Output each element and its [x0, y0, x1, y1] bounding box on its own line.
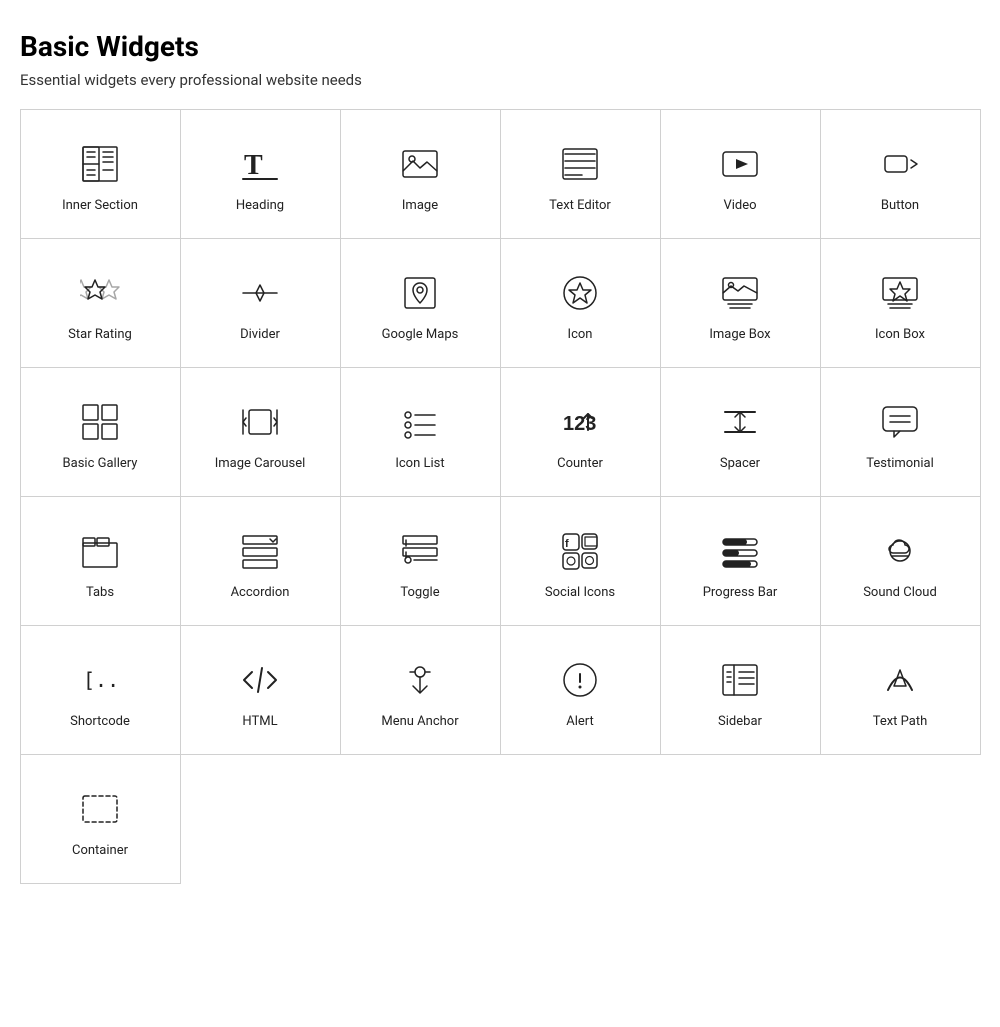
widget-item-video[interactable]: Video	[660, 109, 821, 239]
sidebar-icon	[716, 656, 764, 704]
shortcode-icon: [...]	[76, 656, 124, 704]
widget-label-google-maps: Google Maps	[382, 327, 459, 344]
image-icon	[396, 140, 444, 188]
widget-label-button: Button	[881, 198, 919, 215]
widget-item-accordion[interactable]: Accordion	[180, 496, 341, 626]
widget-label-menu-anchor: Menu Anchor	[381, 714, 458, 731]
widget-label-icon: Icon	[568, 327, 593, 344]
widget-label-divider: Divider	[240, 327, 280, 344]
svg-text:f: f	[565, 538, 569, 550]
text-editor-icon	[556, 140, 604, 188]
widget-item-divider[interactable]: Divider	[180, 238, 341, 368]
page-title: Basic Widgets	[20, 30, 980, 63]
widget-item-icon-box[interactable]: Icon Box	[820, 238, 981, 368]
widget-label-image-carousel: Image Carousel	[215, 456, 306, 473]
widget-grid: Inner Section T Heading Image Text Editor Vid…	[20, 109, 980, 883]
inner-section-icon	[76, 140, 124, 188]
widget-label-image: Image	[402, 198, 438, 215]
widget-item-inner-section[interactable]: Inner Section	[20, 109, 181, 239]
widget-item-progress-bar[interactable]: Progress Bar	[660, 496, 821, 626]
widget-item-sidebar[interactable]: Sidebar	[660, 625, 821, 755]
heading-icon: T	[236, 140, 284, 188]
widget-item-testimonial[interactable]: Testimonial	[820, 367, 981, 497]
widget-label-container: Container	[72, 843, 128, 860]
page-subtitle: Essential widgets every professional web…	[20, 71, 980, 89]
widget-label-toggle: Toggle	[400, 585, 439, 602]
menu-anchor-icon	[396, 656, 444, 704]
widget-item-text-path[interactable]: Text Path	[820, 625, 981, 755]
container-icon	[76, 785, 124, 833]
star-rating-icon	[76, 269, 124, 317]
widget-item-text-editor[interactable]: Text Editor	[500, 109, 661, 239]
button-icon	[876, 140, 924, 188]
alert-icon	[556, 656, 604, 704]
widget-item-image[interactable]: Image	[340, 109, 501, 239]
accordion-icon	[236, 527, 284, 575]
widget-item-google-maps[interactable]: Google Maps	[340, 238, 501, 368]
social-icons-icon: f	[556, 527, 604, 575]
widget-label-testimonial: Testimonial	[866, 456, 934, 473]
widget-item-sound-cloud[interactable]: Sound Cloud	[820, 496, 981, 626]
widget-label-spacer: Spacer	[720, 456, 760, 473]
widget-label-progress-bar: Progress Bar	[703, 585, 778, 602]
widget-label-text-editor: Text Editor	[549, 198, 611, 215]
icon-list-icon	[396, 398, 444, 446]
widget-item-image-box[interactable]: Image Box	[660, 238, 821, 368]
widget-label-shortcode: Shortcode	[70, 714, 130, 731]
html-icon	[236, 656, 284, 704]
widget-label-basic-gallery: Basic Gallery	[63, 456, 138, 473]
svg-text:T: T	[244, 150, 263, 181]
widget-label-image-box: Image Box	[709, 327, 770, 344]
widget-item-menu-anchor[interactable]: Menu Anchor	[340, 625, 501, 755]
widget-item-button[interactable]: Button	[820, 109, 981, 239]
icon-icon	[556, 269, 604, 317]
widget-item-image-carousel[interactable]: Image Carousel	[180, 367, 341, 497]
toggle-icon	[396, 527, 444, 575]
widget-item-alert[interactable]: Alert	[500, 625, 661, 755]
text-path-icon	[876, 656, 924, 704]
widget-item-spacer[interactable]: Spacer	[660, 367, 821, 497]
tabs-icon	[76, 527, 124, 575]
widget-item-shortcode[interactable]: [...] Shortcode	[20, 625, 181, 755]
widget-item-icon[interactable]: Icon	[500, 238, 661, 368]
widget-label-sidebar: Sidebar	[718, 714, 762, 731]
sound-cloud-icon	[876, 527, 924, 575]
widget-label-counter: Counter	[557, 456, 603, 473]
google-maps-icon	[396, 269, 444, 317]
widget-item-basic-gallery[interactable]: Basic Gallery	[20, 367, 181, 497]
widget-label-video: Video	[723, 198, 756, 215]
widget-label-inner-section: Inner Section	[62, 198, 138, 215]
widget-item-icon-list[interactable]: Icon List	[340, 367, 501, 497]
image-box-icon	[716, 269, 764, 317]
widget-label-social-icons: Social Icons	[545, 585, 615, 602]
widget-label-tabs: Tabs	[86, 585, 114, 602]
svg-text:[...]: [...]	[83, 668, 120, 692]
progress-bar-icon	[716, 527, 764, 575]
spacer-icon	[716, 398, 764, 446]
widget-label-accordion: Accordion	[231, 585, 290, 602]
widget-item-social-icons[interactable]: f Social Icons	[500, 496, 661, 626]
image-carousel-icon	[236, 398, 284, 446]
widget-item-container[interactable]: Container	[20, 754, 181, 884]
icon-box-icon	[876, 269, 924, 317]
widget-label-text-path: Text Path	[873, 714, 928, 731]
widget-label-icon-list: Icon List	[395, 456, 444, 473]
widget-item-tabs[interactable]: Tabs	[20, 496, 181, 626]
video-icon	[716, 140, 764, 188]
widget-label-heading: Heading	[236, 198, 284, 215]
widget-item-html[interactable]: HTML	[180, 625, 341, 755]
widget-item-toggle[interactable]: Toggle	[340, 496, 501, 626]
divider-icon	[236, 269, 284, 317]
widget-item-star-rating[interactable]: Star Rating	[20, 238, 181, 368]
widget-label-star-rating: Star Rating	[68, 327, 132, 344]
widget-item-heading[interactable]: T Heading	[180, 109, 341, 239]
counter-icon: 123	[556, 398, 604, 446]
widget-label-alert: Alert	[566, 714, 594, 731]
widget-item-counter[interactable]: 123 Counter	[500, 367, 661, 497]
widget-label-html: HTML	[242, 714, 277, 731]
basic-gallery-icon	[76, 398, 124, 446]
widget-label-sound-cloud: Sound Cloud	[863, 585, 937, 602]
testimonial-icon	[876, 398, 924, 446]
widget-label-icon-box: Icon Box	[875, 327, 925, 344]
